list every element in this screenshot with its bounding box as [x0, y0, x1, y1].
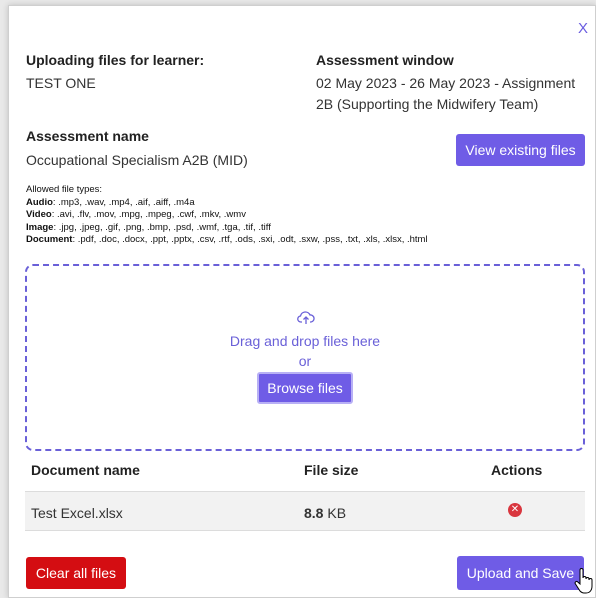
remove-file-icon[interactable]: ✕	[508, 503, 522, 517]
video-types: Video: .avi, .flv, .mov, .mpg, .mpeg, .c…	[26, 209, 246, 220]
learner-name: TEST ONE	[26, 75, 96, 91]
file-size-unit: KB	[327, 505, 347, 521]
assessment-name-value: Occupational Specialism A2B (MID)	[26, 152, 248, 168]
column-header-file-size: File size	[304, 462, 359, 478]
drag-drop-text: Drag and drop files here	[229, 333, 381, 349]
cloud-upload-icon	[297, 311, 315, 324]
assessment-window-line2: 2B (Supporting the Midwifery Team)	[316, 96, 539, 112]
clear-all-files-button[interactable]: Clear all files	[26, 557, 126, 589]
close-icon[interactable]: X	[578, 20, 588, 37]
view-existing-files-button[interactable]: View existing files	[456, 134, 585, 166]
file-size-value: 8.8	[304, 505, 324, 521]
browse-files-button[interactable]: Browse files	[257, 372, 353, 404]
hand-cursor-icon	[574, 568, 593, 594]
document-name-cell: Test Excel.xlsx	[31, 505, 123, 521]
assessment-window-heading: Assessment window	[316, 52, 454, 68]
allowed-file-types-heading: Allowed file types:	[26, 184, 103, 195]
document-types: Document: .pdf, .doc, .docx, .ppt, .pptx…	[26, 234, 428, 245]
file-size-cell: 8.8 KB	[304, 505, 346, 521]
audio-types: Audio: .mp3, .wav, .mp4, .aif, .aiff, .m…	[26, 196, 195, 208]
assessment-window-line1: 02 May 2023 - 26 May 2023 - Assignment	[316, 75, 576, 91]
upload-and-save-button[interactable]: Upload and Save	[457, 556, 584, 590]
assessment-name-heading: Assessment name	[26, 128, 149, 144]
column-header-document-name: Document name	[31, 462, 140, 478]
drag-drop-or-text: or	[298, 353, 312, 369]
image-types: Image: .jpg, .jpeg, .gif, .png, .bmp, .p…	[26, 221, 271, 233]
learner-heading: Uploading files for learner:	[26, 52, 205, 68]
column-header-actions: Actions	[491, 462, 543, 478]
allowed-file-types: Allowed file types: Audio: .mp3, .wav, .…	[26, 184, 586, 247]
